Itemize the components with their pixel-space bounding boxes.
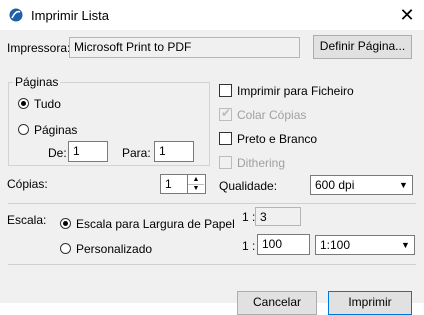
check-icon: ✔ xyxy=(221,106,232,120)
ratio-prefix-1: 1 : xyxy=(242,210,256,224)
scale-custom-label[interactable]: Personalizado xyxy=(76,242,152,256)
pages-range-label[interactable]: Páginas xyxy=(34,123,77,137)
close-icon[interactable]: ✕ xyxy=(396,4,418,26)
title-bar: Imprimir Lista ✕ xyxy=(0,0,424,30)
cancel-button[interactable]: Cancelar xyxy=(237,291,317,315)
dithering-label: Dithering xyxy=(237,156,286,170)
collate-label: Colar Cópias xyxy=(237,108,307,122)
quality-label: Qualidade: xyxy=(219,179,278,193)
scale-custom-radio[interactable] xyxy=(60,243,71,254)
pages-group-title: Páginas xyxy=(13,75,61,89)
scale-fit-label[interactable]: Escala para Largura de Papel xyxy=(76,217,235,231)
separator xyxy=(8,203,416,204)
print-to-file-checkbox[interactable] xyxy=(219,84,232,97)
pages-all-radio[interactable] xyxy=(18,98,29,109)
quality-select[interactable]: 600 dpi ▼ xyxy=(310,175,413,195)
window-title: Imprimir Lista xyxy=(31,8,110,23)
collate-checkbox: ✔ xyxy=(219,106,232,121)
printer-label: Impressora: xyxy=(7,41,71,55)
ratio-custom-input[interactable]: 100 xyxy=(257,234,310,255)
copies-stepper[interactable]: ▲ ▼ xyxy=(188,174,206,194)
pages-from-input[interactable]: 1 xyxy=(68,141,108,162)
pages-from-label: De: xyxy=(48,146,67,160)
copies-label: Cópias: xyxy=(7,177,48,191)
define-page-button[interactable]: Definir Página... xyxy=(313,35,412,59)
ratio-fit-field: 3 xyxy=(255,207,301,226)
chevron-down-icon[interactable]: ▼ xyxy=(397,236,414,254)
separator xyxy=(8,264,416,265)
chevron-down-icon[interactable]: ▼ xyxy=(188,184,204,193)
copies-input[interactable]: 1 xyxy=(160,174,188,194)
pages-all-label[interactable]: Tudo xyxy=(34,97,61,111)
black-white-checkbox[interactable] xyxy=(219,132,232,145)
print-button[interactable]: Imprimir xyxy=(328,291,412,315)
pages-range-radio[interactable] xyxy=(18,124,29,135)
pages-to-input[interactable]: 1 xyxy=(154,141,194,162)
printer-field: Microsoft Print to PDF xyxy=(69,37,300,58)
ratio-select-value: 1:100 xyxy=(320,238,351,252)
scale-fit-radio[interactable] xyxy=(60,218,71,229)
app-icon xyxy=(9,8,23,22)
ratio-prefix-2: 1 : xyxy=(242,239,256,253)
black-white-label[interactable]: Preto e Branco xyxy=(237,132,317,146)
quality-value: 600 dpi xyxy=(315,178,355,192)
pages-to-label: Para: xyxy=(122,146,151,160)
scale-label: Escala: xyxy=(7,213,47,227)
ratio-select[interactable]: 1:100 ▼ xyxy=(315,235,415,255)
dialog-body xyxy=(0,30,424,303)
chevron-down-icon[interactable]: ▼ xyxy=(395,176,412,194)
print-to-file-label[interactable]: Imprimir para Ficheiro xyxy=(237,84,354,98)
dithering-checkbox xyxy=(219,156,232,169)
